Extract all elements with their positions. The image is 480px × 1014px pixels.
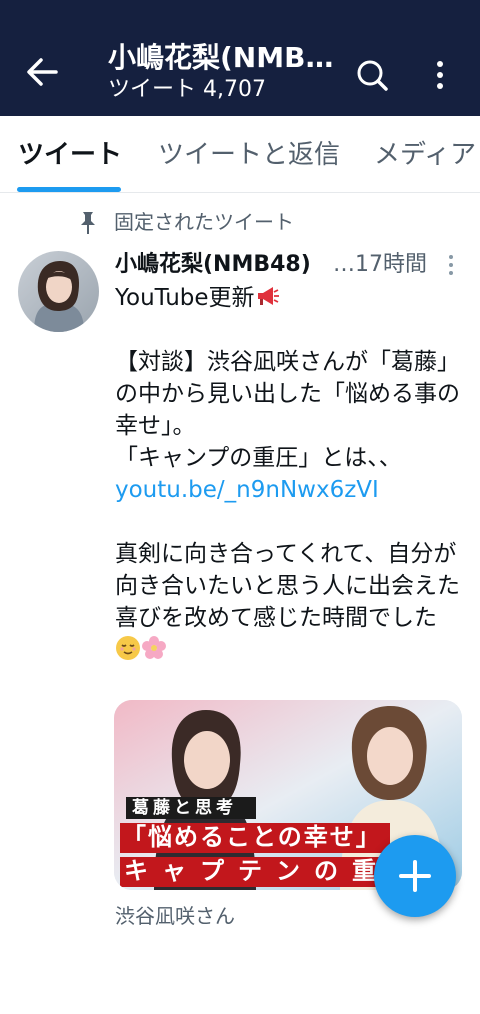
tweet-time[interactable]: 17時間	[355, 250, 427, 280]
compose-tweet-button[interactable]	[374, 835, 456, 917]
active-tab-indicator	[17, 187, 121, 192]
tweet-text: YouTube更新 【対談】渋谷凪咲さんが「葛藤」の中から見い出した「悩める事の…	[115, 282, 460, 666]
more-vertical-icon	[437, 61, 443, 89]
author-truncation: …	[333, 252, 355, 277]
tab-tweets[interactable]: ツイート	[18, 138, 122, 172]
tweet-link[interactable]: youtu.be/_n9nNwx6zVI	[115, 474, 460, 506]
tweet-count: ツイート 4,707	[108, 77, 266, 102]
pinned-text: 固定されたツイート	[114, 210, 294, 234]
tab-tweets-and-replies[interactable]: ツイートと返信	[158, 138, 340, 172]
tweet-menu-icon[interactable]	[445, 254, 457, 276]
avatar[interactable]	[18, 251, 99, 332]
tweet-body-1: 【対談】渋谷凪咲さんが「葛藤」の中から見い出した「悩める事の幸せ」。 「キャンプ…	[115, 349, 460, 471]
relieved-face-icon	[116, 636, 140, 660]
media-caption: 渋谷凪咲さん	[115, 904, 235, 928]
more-options-button[interactable]	[428, 56, 452, 96]
megaphone-icon	[257, 287, 279, 305]
top-app-bar: 小嶋花梨(NMB48) ツイート 4,707	[0, 0, 480, 116]
plus-icon	[399, 860, 431, 892]
search-button[interactable]	[352, 55, 392, 95]
author-name[interactable]: 小嶋花梨(NMB48)	[115, 250, 311, 280]
tweet-body-2: 真剣に向き合ってくれて、自分が向き合いたいと思う人に出会えた喜びを改めて感じた時…	[115, 541, 460, 631]
back-button[interactable]	[22, 52, 62, 92]
search-icon	[357, 60, 388, 91]
pin-icon	[81, 212, 95, 234]
tab-media[interactable]: メディア	[374, 138, 476, 172]
thumbnail-label-small: 葛藤と思考	[132, 798, 237, 818]
tweet-header: 小嶋花梨(NMB48) … 17時間	[115, 250, 465, 282]
cherry-blossom-icon	[142, 636, 166, 659]
thumbnail-label-main: 「悩めることの幸せ」	[122, 823, 382, 851]
back-arrow-icon	[27, 58, 58, 86]
thumbnail-label-sub: キャプテンの重	[124, 857, 390, 885]
profile-header: 小嶋花梨(NMB48) ツイート 4,707	[108, 40, 338, 104]
tweet-line-1: YouTube更新	[115, 285, 255, 311]
avatar-photo	[18, 251, 99, 332]
page-title: 小嶋花梨(NMB48)	[108, 41, 338, 74]
profile-tabs: ツイート ツイートと返信 メディア	[0, 116, 480, 193]
